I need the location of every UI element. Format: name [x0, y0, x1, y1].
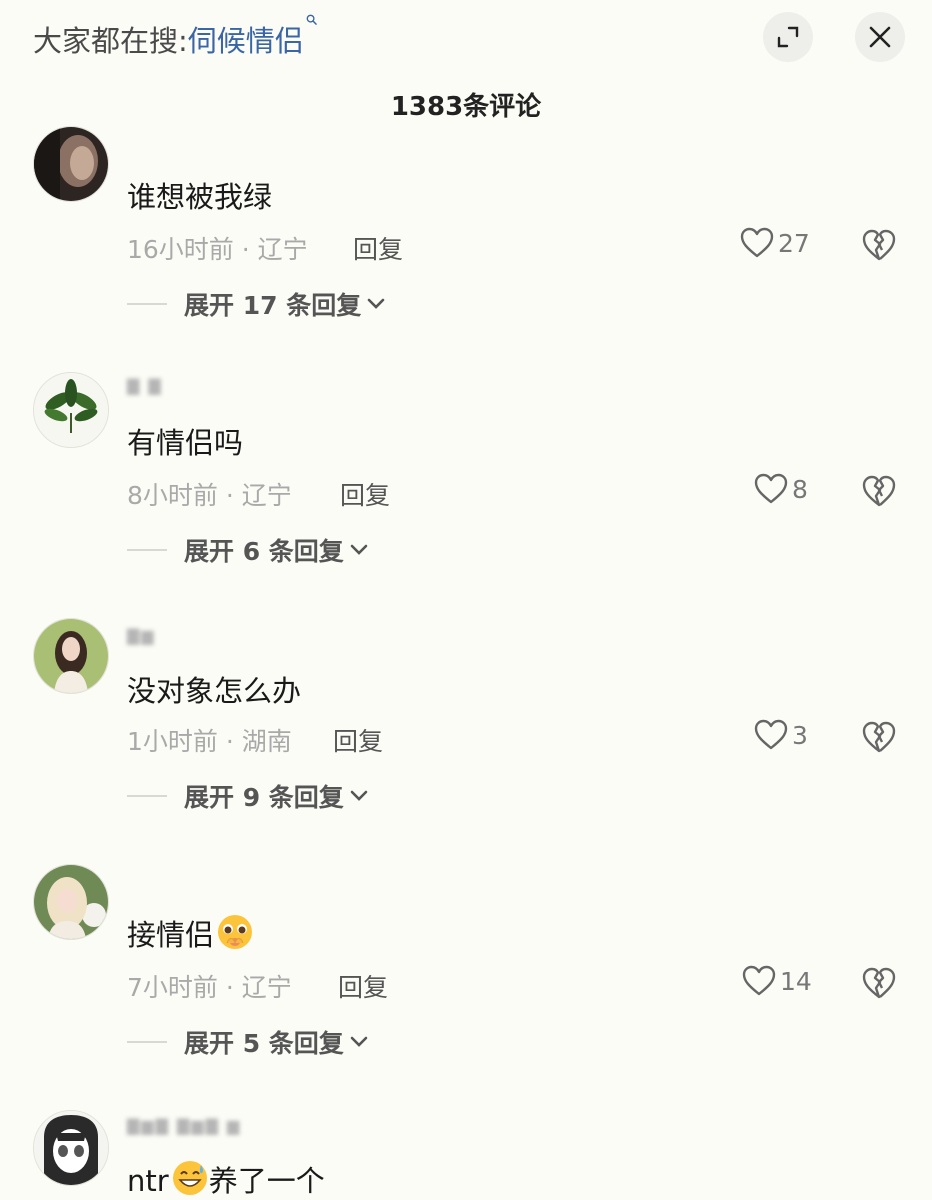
broken-heart-icon[interactable] — [861, 227, 897, 263]
divider — [127, 795, 167, 797]
avatar[interactable] — [33, 1110, 109, 1186]
username[interactable]: ▇▆ — [127, 626, 156, 645]
expand-replies-label: 展开 17 条回复 — [184, 291, 362, 320]
expand-replies[interactable]: 展开 17 条回复 — [127, 286, 385, 322]
search-prefix-label: 大家都在搜: — [33, 24, 188, 58]
comment-text-body: 接情侣 — [127, 918, 215, 952]
comment-text: ntr 养了一个 — [127, 1158, 325, 1200]
like-button[interactable]: 14 — [742, 965, 812, 997]
close-icon — [869, 26, 891, 48]
reply-button[interactable]: 回复 — [338, 968, 388, 1004]
broken-heart-icon[interactable] — [861, 719, 897, 755]
pleading-face-icon — [218, 915, 253, 949]
expand-icon — [777, 26, 799, 48]
reply-button[interactable]: 回复 — [340, 476, 390, 512]
comment-item: 接情侣 7小时前 · 辽宁 回复 14 展开 5 条回复 — [0, 864, 932, 1104]
comment-text-part: 养了一个 — [208, 1164, 325, 1198]
divider — [127, 303, 167, 305]
broken-heart-icon[interactable] — [861, 965, 897, 1001]
heart-icon — [754, 473, 788, 504]
chevron-down-icon — [367, 298, 385, 309]
comment-meta: 7小时前 · 辽宁 — [127, 973, 292, 1002]
like-count: 3 — [792, 720, 808, 750]
grinning-sweat-face-icon — [172, 1161, 207, 1195]
comment-count-title: 1383条评论 — [390, 92, 542, 122]
comment-item: ▇▆ 没对象怎么办 1小时前 · 湖南 回复 3 展开 9 条回复 — [0, 618, 932, 858]
expand-replies-label: 展开 5 条回复 — [184, 1029, 344, 1058]
username[interactable]: ▇ ▇ — [127, 376, 163, 395]
close-button[interactable] — [855, 12, 905, 62]
like-button[interactable]: 8 — [754, 473, 808, 505]
comment-item: 谁想被我绿 16小时前 · 辽宁 回复 27 展开 17 条回复 — [0, 126, 932, 370]
like-count: 27 — [778, 228, 810, 258]
reply-button[interactable]: 回复 — [353, 230, 403, 266]
heart-icon — [754, 719, 788, 750]
heart-icon — [742, 965, 776, 996]
expand-replies-label: 展开 9 条回复 — [184, 783, 344, 812]
top-bar: 大家都在搜:伺候情侣 — [0, 0, 932, 80]
comment-text: 接情侣 — [127, 912, 254, 954]
chevron-down-icon — [350, 790, 368, 801]
expand-replies[interactable]: 展开 5 条回复 — [127, 1024, 368, 1060]
expand-replies-label: 展开 6 条回复 — [184, 537, 344, 566]
avatar[interactable] — [33, 372, 109, 448]
reply-button[interactable]: 回复 — [333, 722, 383, 758]
comment-item: ▇ ▇ 有情侣吗 8小时前 · 辽宁 回复 8 展开 6 条回复 — [0, 372, 932, 612]
expand-replies[interactable]: 展开 6 条回复 — [127, 532, 368, 568]
broken-heart-icon[interactable] — [861, 473, 897, 509]
expand-replies[interactable]: 展开 9 条回复 — [127, 778, 368, 814]
chevron-down-icon — [350, 544, 368, 555]
like-button[interactable]: 3 — [754, 719, 808, 751]
heart-icon — [740, 227, 774, 258]
comment-meta: 1小时前 · 湖南 — [127, 727, 292, 756]
divider — [127, 549, 167, 551]
search-icon — [306, 14, 317, 25]
comment-text: 谁想被我绿 — [127, 180, 273, 214]
search-term-link[interactable]: 伺候情侣 — [188, 24, 304, 58]
comment-text: 有情侣吗 — [127, 426, 244, 460]
comment-meta: 16小时前 · 辽宁 — [127, 235, 308, 264]
like-count: 8 — [792, 474, 808, 504]
comment-text: 没对象怎么办 — [127, 674, 302, 708]
like-count: 14 — [780, 966, 812, 996]
username[interactable]: ▇▆▇ ▇▆▇ ▆ — [127, 1116, 241, 1135]
avatar[interactable] — [33, 618, 109, 694]
avatar[interactable] — [33, 864, 109, 940]
search-suggestion[interactable]: 大家都在搜:伺候情侣 — [33, 14, 317, 60]
divider — [127, 1041, 167, 1043]
comment-item: ▇▆▇ ▇▆▇ ▆ ntr 养了一个 — [0, 1110, 932, 1200]
expand-button[interactable] — [763, 12, 813, 62]
comment-text-part: ntr — [127, 1164, 169, 1198]
comment-meta: 8小时前 · 辽宁 — [127, 481, 292, 510]
like-button[interactable]: 27 — [740, 227, 810, 259]
avatar[interactable] — [33, 126, 109, 202]
chevron-down-icon — [350, 1036, 368, 1047]
